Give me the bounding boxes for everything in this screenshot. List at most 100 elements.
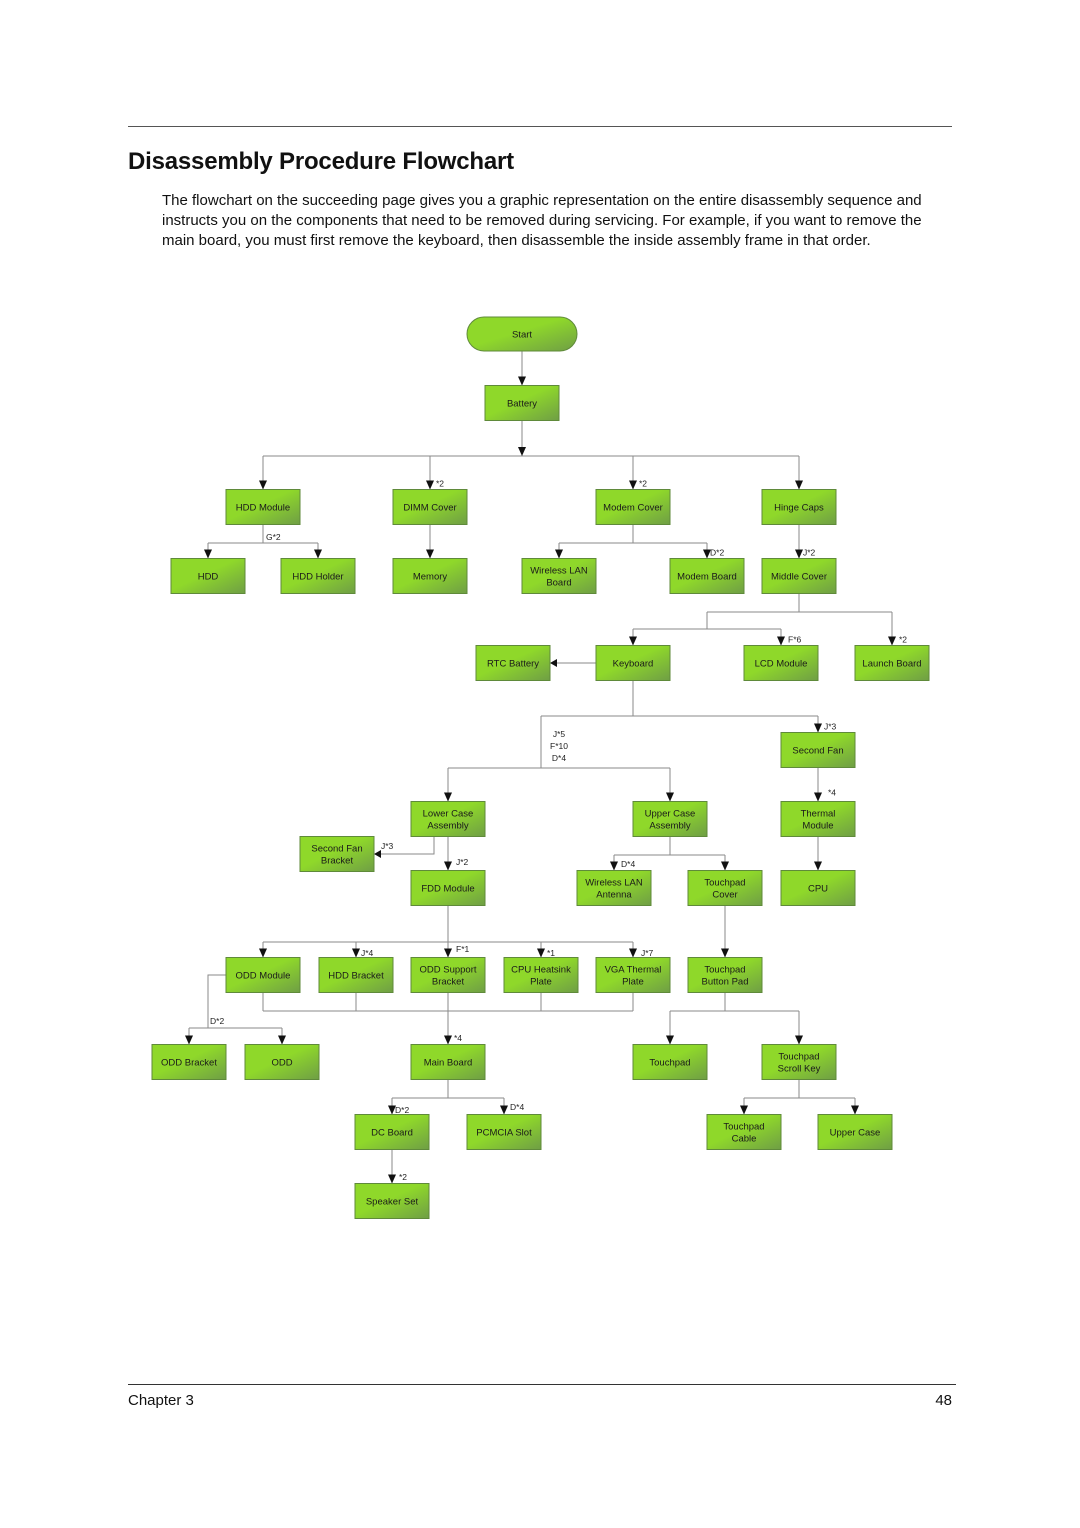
node-memory: Memory <box>392 558 468 594</box>
node-label: Board <box>546 578 571 589</box>
arrow-to-dimm-cover-icon <box>426 480 434 490</box>
edge-label-keyboard-to-lower-case-assembly: J*5 <box>553 729 566 739</box>
node-odd-support-bracket: ODD SupportBracket <box>410 957 486 993</box>
node-second-fan: Second Fan <box>780 732 856 768</box>
arrow-to-second-fan-icon <box>814 723 822 733</box>
node-label: LCD Module <box>755 659 808 670</box>
node-label: Touchpad <box>704 878 745 889</box>
edge-label-fdd-module-to-vga-thermal-plate: J*7 <box>641 948 654 958</box>
edge-label-upper-case-assembly-to-wireless-lan-antenna: D*4 <box>621 859 635 869</box>
edge-label-keyboard-to-second-fan: J*3 <box>824 722 837 732</box>
edge-label-hinge-caps-to-middle-cover: J*2 <box>803 548 816 558</box>
arrow-to-odd-icon <box>278 1035 286 1045</box>
node-label: DIMM Cover <box>403 503 456 514</box>
arrow-to-cpu-heatsink-plate-icon <box>537 948 545 958</box>
node-wireless-lan-board: Wireless LANBoard <box>521 558 597 594</box>
node-label: Antenna <box>596 890 632 901</box>
node-label: Plate <box>530 977 552 988</box>
node-label: Memory <box>413 572 448 583</box>
arrow-to-second-fan-bracket-icon <box>374 850 381 858</box>
node-touchpad-cable: TouchpadCable <box>706 1114 782 1150</box>
arrow-to-odd-bracket-icon <box>185 1035 193 1045</box>
node-label: Battery <box>507 399 537 410</box>
node-main-board: Main Board <box>410 1044 486 1080</box>
arrow-to-touchpad-scroll-key-icon <box>795 1035 803 1045</box>
node-hinge-caps: Hinge Caps <box>761 489 837 525</box>
edge-label-main-board-to-pcmcia-slot: D*4 <box>510 1102 524 1112</box>
node-label: HDD <box>198 572 219 583</box>
node-odd-module: ODD Module <box>225 957 301 993</box>
edge-label-fdd-module-to-odd-support-bracket: F*1 <box>456 944 470 954</box>
node-second-fan-bracket: Second FanBracket <box>299 836 375 872</box>
node-touchpad-scroll-key: TouchpadScroll Key <box>761 1044 837 1080</box>
arrow-to-middle-cover-icon <box>795 549 803 559</box>
node-label: Thermal <box>801 809 836 820</box>
node-pcmcia-slot: PCMCIA Slot <box>466 1114 542 1150</box>
edge-label-battery-to-modem-cover: *2 <box>639 479 647 489</box>
node-label: ODD Support <box>419 965 476 976</box>
node-label: Assembly <box>649 821 690 832</box>
edge-label-keyboard-to-lower-case-assembly: D*4 <box>552 753 566 763</box>
node-lcd-module: LCD Module <box>743 645 819 681</box>
node-label: Touchpad <box>778 1052 819 1063</box>
arrow-to-cpu-icon <box>814 861 822 871</box>
node-label: Touchpad <box>704 965 745 976</box>
arrow-to-fdd-module-icon <box>444 861 452 871</box>
node-label: Bracket <box>321 856 354 867</box>
edge-label-lower-case-assembly-to-second-fan-bracket: J*3 <box>381 841 394 851</box>
arrow-to-upper-case-assembly-icon <box>666 792 674 802</box>
node-label: Touchpad <box>649 1058 690 1069</box>
edge-label-middle-cover-to-launch-board: *2 <box>899 635 907 645</box>
node-label: Speaker Set <box>366 1197 419 1208</box>
node-label: HDD Bracket <box>328 971 384 982</box>
node-cpu-heatsink-plate: CPU HeatsinkPlate <box>503 957 579 993</box>
node-label: Button Pad <box>701 977 748 988</box>
edge-label-odd-support-bracket-to-main-board: *4 <box>454 1033 462 1043</box>
edge-label-second-fan-to-thermal-module: *4 <box>828 788 836 798</box>
footer-rule <box>128 1384 956 1385</box>
node-label: Scroll Key <box>778 1064 821 1075</box>
node-label: Lower Case <box>423 809 474 820</box>
disassembly-flowchart: Start Battery HDD Module DIMM Cover Modem Co… <box>151 316 930 1219</box>
node-label: PCMCIA Slot <box>476 1128 532 1139</box>
node-touchpad-button-pad: TouchpadButton Pad <box>687 957 763 993</box>
node-label: FDD Module <box>421 884 474 895</box>
arrow-to-hinge-caps-icon <box>795 480 803 490</box>
arrow-to-odd-module-icon <box>259 948 267 958</box>
edge-label-lower-case-assembly-to-fdd-module: J*2 <box>456 857 469 867</box>
arrow-to-thermal-module-icon <box>814 792 822 802</box>
node-label: Cover <box>712 890 737 901</box>
arrow-to-wireless-lan-antenna-icon <box>610 861 618 871</box>
node-wireless-lan-antenna: Wireless LANAntenna <box>576 870 652 906</box>
arrow-to-main-board-icon <box>444 1035 452 1045</box>
arrow-to-keyboard-icon <box>629 636 637 646</box>
footer-chapter: Chapter 3 <box>128 1392 194 1409</box>
arrow-to-speaker-set-icon <box>388 1174 396 1184</box>
arrow-to-memory-icon <box>426 549 434 559</box>
node-launch-board: Launch Board <box>854 645 930 681</box>
node-cpu: CPU <box>780 870 856 906</box>
node-speaker-set: Speaker Set <box>354 1183 430 1219</box>
node-label: CPU <box>808 884 828 895</box>
node-odd-bracket: ODD Bracket <box>151 1044 227 1080</box>
node-label: Hinge Caps <box>774 503 824 514</box>
edge-label-modem-cover-to-modem-board: D*2 <box>710 548 724 558</box>
node-dimm-cover: DIMM Cover <box>392 489 468 525</box>
node-label: Touchpad <box>723 1122 764 1133</box>
arrow-to-launch-board-icon <box>888 636 896 646</box>
node-label: ODD Module <box>236 971 291 982</box>
node-label: Second Fan <box>792 746 843 757</box>
node-hdd-holder: HDD Holder <box>280 558 356 594</box>
node-upper-case: Upper Case <box>817 1114 893 1150</box>
node-label: Bracket <box>432 977 465 988</box>
node-touchpad-cover: TouchpadCover <box>687 870 763 906</box>
edge-label-main-board-to-dc-board: D*2 <box>395 1105 409 1115</box>
node-label: Upper Case <box>645 809 696 820</box>
node-dc-board: DC Board <box>354 1114 430 1150</box>
node-label: Modem Cover <box>603 503 663 514</box>
node-label: Plate <box>622 977 644 988</box>
node-touchpad: Touchpad <box>632 1044 708 1080</box>
node-modem-board: Modem Board <box>669 558 745 594</box>
arrow-to-wireless-lan-board-icon <box>555 549 563 559</box>
node-label: HDD Module <box>236 503 290 514</box>
